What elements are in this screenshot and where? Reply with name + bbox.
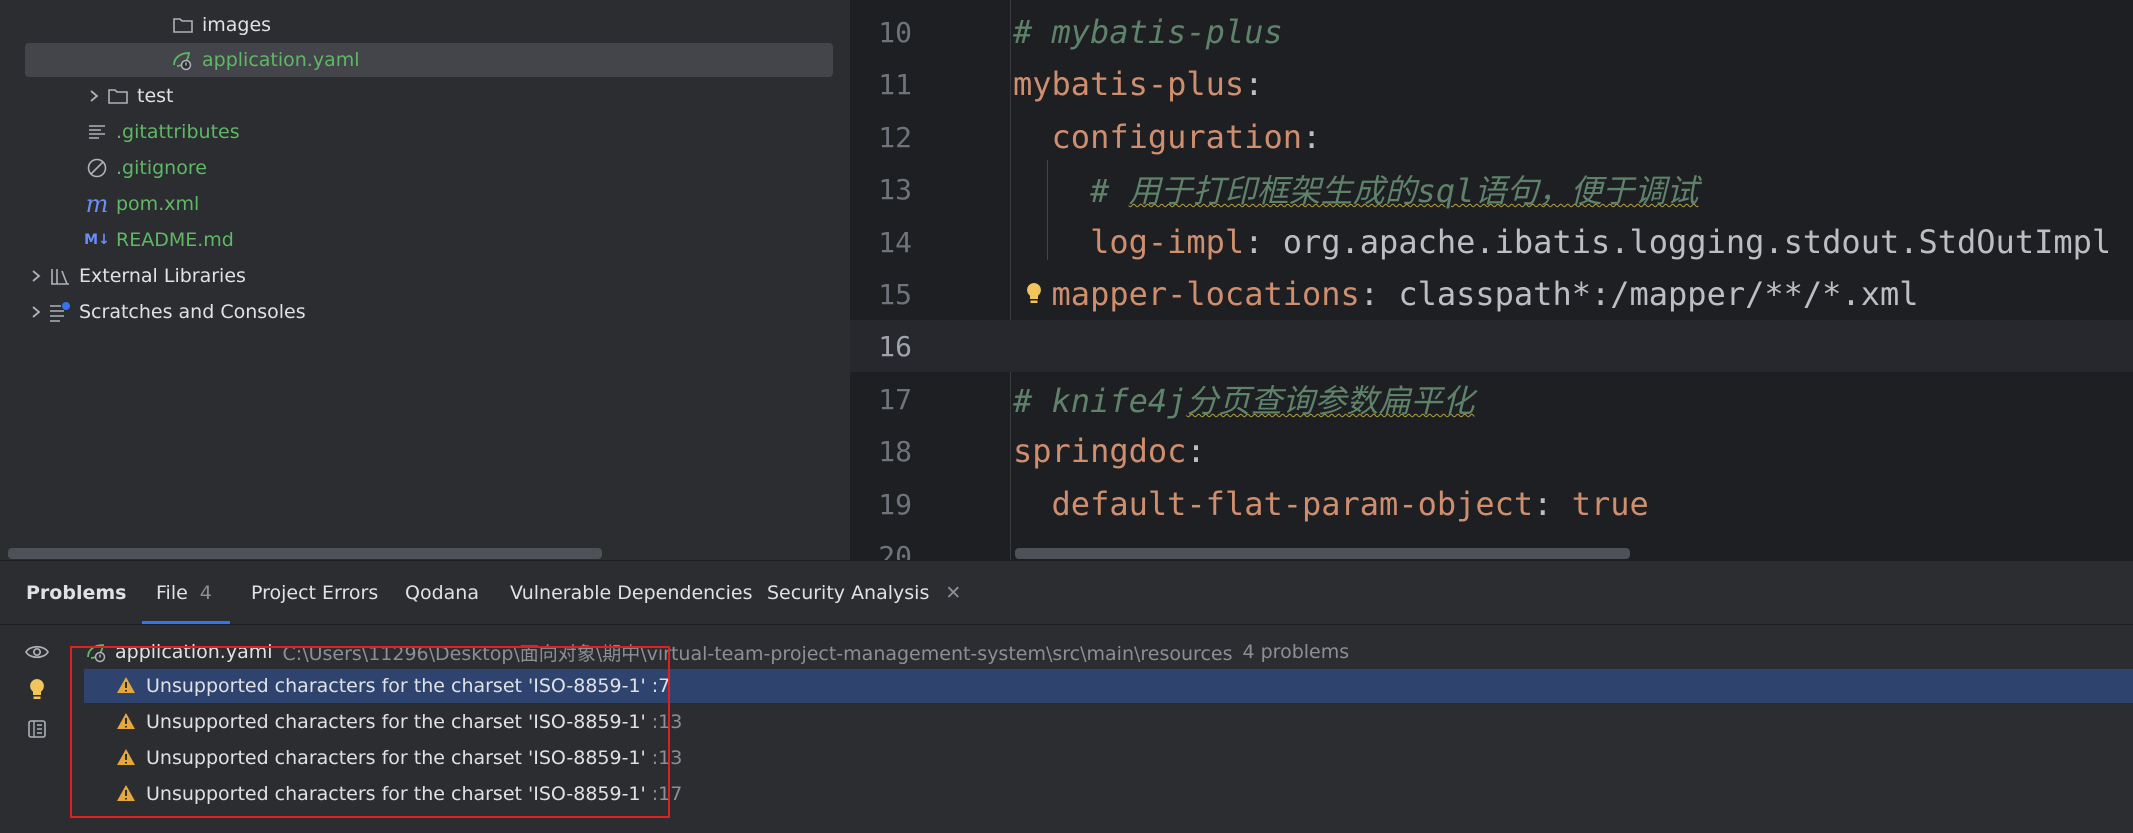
line-number: 16: [878, 329, 912, 363]
chevron-right-icon[interactable]: [25, 305, 47, 319]
code-text: mapper-locations: classpath*:/mapper/**/…: [1013, 275, 1919, 313]
code-text: # mybatis-plus: [1013, 13, 1283, 51]
tree-item-gitignore[interactable]: .gitignore: [84, 151, 207, 185]
tree-horizontal-scrollbar[interactable]: [8, 548, 602, 559]
code-line-19: 19 default-flat-param-object: true: [850, 478, 2133, 530]
line-number: 19: [878, 487, 912, 521]
chevron-right-icon[interactable]: [25, 269, 47, 283]
close-icon[interactable]: ✕: [945, 582, 961, 604]
tree-item-label: pom.xml: [116, 193, 200, 215]
code-line-16: 16: [850, 320, 2133, 372]
code-line-11: 11 mybatis-plus:: [850, 58, 2133, 110]
tree-item-label: .gitignore: [116, 157, 207, 179]
code-text: configuration:: [1013, 118, 1322, 156]
tree-item-pom-xml[interactable]: m pom.xml: [84, 187, 200, 221]
code-line-10: 10 # mybatis-plus: [850, 6, 2133, 58]
code-line-15: 15 mapper-locations: classpath*:/mapper/…: [850, 268, 2133, 320]
tree-item-label: README.md: [116, 229, 234, 251]
problem-count-summary: 4 problems: [1242, 641, 1350, 663]
folder-icon: [105, 87, 131, 105]
line-number: 15: [878, 277, 912, 311]
code-line-13: 13 # 用于打印框架生成的sql语句，便于调试: [850, 163, 2133, 215]
tab-file[interactable]: File 4: [142, 561, 230, 624]
tree-item-scratches[interactable]: Scratches and Consoles: [25, 295, 306, 329]
line-number: 11: [878, 67, 912, 101]
line-number: 10: [878, 15, 912, 49]
folder-icon: [170, 16, 196, 34]
active-tab-indicator: [142, 621, 230, 624]
code-text: # 用于打印框架生成的sql语句，便于调试: [1013, 172, 1699, 210]
preview-icon[interactable]: [22, 714, 52, 744]
tree-item-images[interactable]: images: [170, 8, 271, 42]
tree-item-external-libraries[interactable]: External Libraries: [25, 259, 246, 293]
tree-item-readme[interactable]: M↓ README.md: [84, 223, 234, 257]
code-line-12: 12 configuration:: [850, 111, 2133, 163]
tree-item-label: images: [202, 14, 272, 36]
tab-vulnerable-dependencies[interactable]: Vulnerable Dependencies: [510, 561, 753, 624]
markdown-icon: M↓: [84, 232, 110, 248]
scratches-icon: [47, 301, 73, 323]
code-line-18: 18 springdoc:: [850, 425, 2133, 477]
tab-project-errors[interactable]: Project Errors: [251, 561, 378, 624]
tab-qodana[interactable]: Qodana: [405, 561, 479, 624]
editor-horizontal-scrollbar[interactable]: [1015, 548, 1630, 559]
line-number: 13: [878, 172, 912, 206]
tree-item-label: Scratches and Consoles: [79, 301, 306, 323]
highlight-annotation-box: [70, 646, 670, 818]
maven-icon: m: [85, 190, 109, 218]
spring-config-icon: [170, 49, 196, 71]
project-tree: images application.yaml test .gitattribu…: [0, 0, 850, 560]
tree-item-gitattributes[interactable]: .gitattributes: [84, 115, 240, 149]
code-text: mybatis-plus:: [1013, 65, 1264, 103]
line-number: 12: [878, 120, 912, 154]
line-number: 17: [878, 382, 912, 416]
tab-security-analysis[interactable]: Security Analysis ✕: [767, 561, 961, 624]
code-text: springdoc:: [1013, 432, 1206, 470]
problems-tab-bar: Problems File 4 Project Errors Qodana Vul…: [0, 561, 2133, 625]
code-text: log-impl: org.apache.ibatis.logging.stdo…: [1013, 223, 2112, 261]
tree-item-label: application.yaml: [202, 49, 360, 71]
tree-item-label: External Libraries: [79, 265, 246, 287]
code-text: # knife4j分页查询参数扁平化: [1013, 382, 1475, 420]
tree-item-label: test: [137, 85, 174, 107]
line-number: 14: [878, 225, 912, 259]
code-editor[interactable]: 10 # mybatis-plus 11 mybatis-plus: 12 co…: [850, 0, 2133, 560]
eye-icon[interactable]: [22, 637, 52, 667]
libraries-icon: [47, 266, 73, 286]
line-number: 20: [878, 539, 912, 561]
tree-item-application-yaml[interactable]: application.yaml: [25, 43, 833, 77]
code-line-17: 17 # knife4j分页查询参数扁平化: [850, 373, 2133, 425]
code-text: default-flat-param-object: true: [1013, 485, 1649, 523]
line-number: 18: [878, 434, 912, 468]
tab-problems-title: Problems: [26, 581, 127, 604]
chevron-right-icon[interactable]: [83, 89, 105, 103]
code-line-14: 14 log-impl: org.apache.ibatis.logging.s…: [850, 216, 2133, 268]
tree-item-label: .gitattributes: [116, 121, 240, 143]
ignore-file-icon: [84, 157, 110, 179]
lightbulb-icon[interactable]: [22, 675, 52, 705]
text-file-icon: [84, 123, 110, 141]
tree-item-test[interactable]: test: [83, 79, 174, 113]
